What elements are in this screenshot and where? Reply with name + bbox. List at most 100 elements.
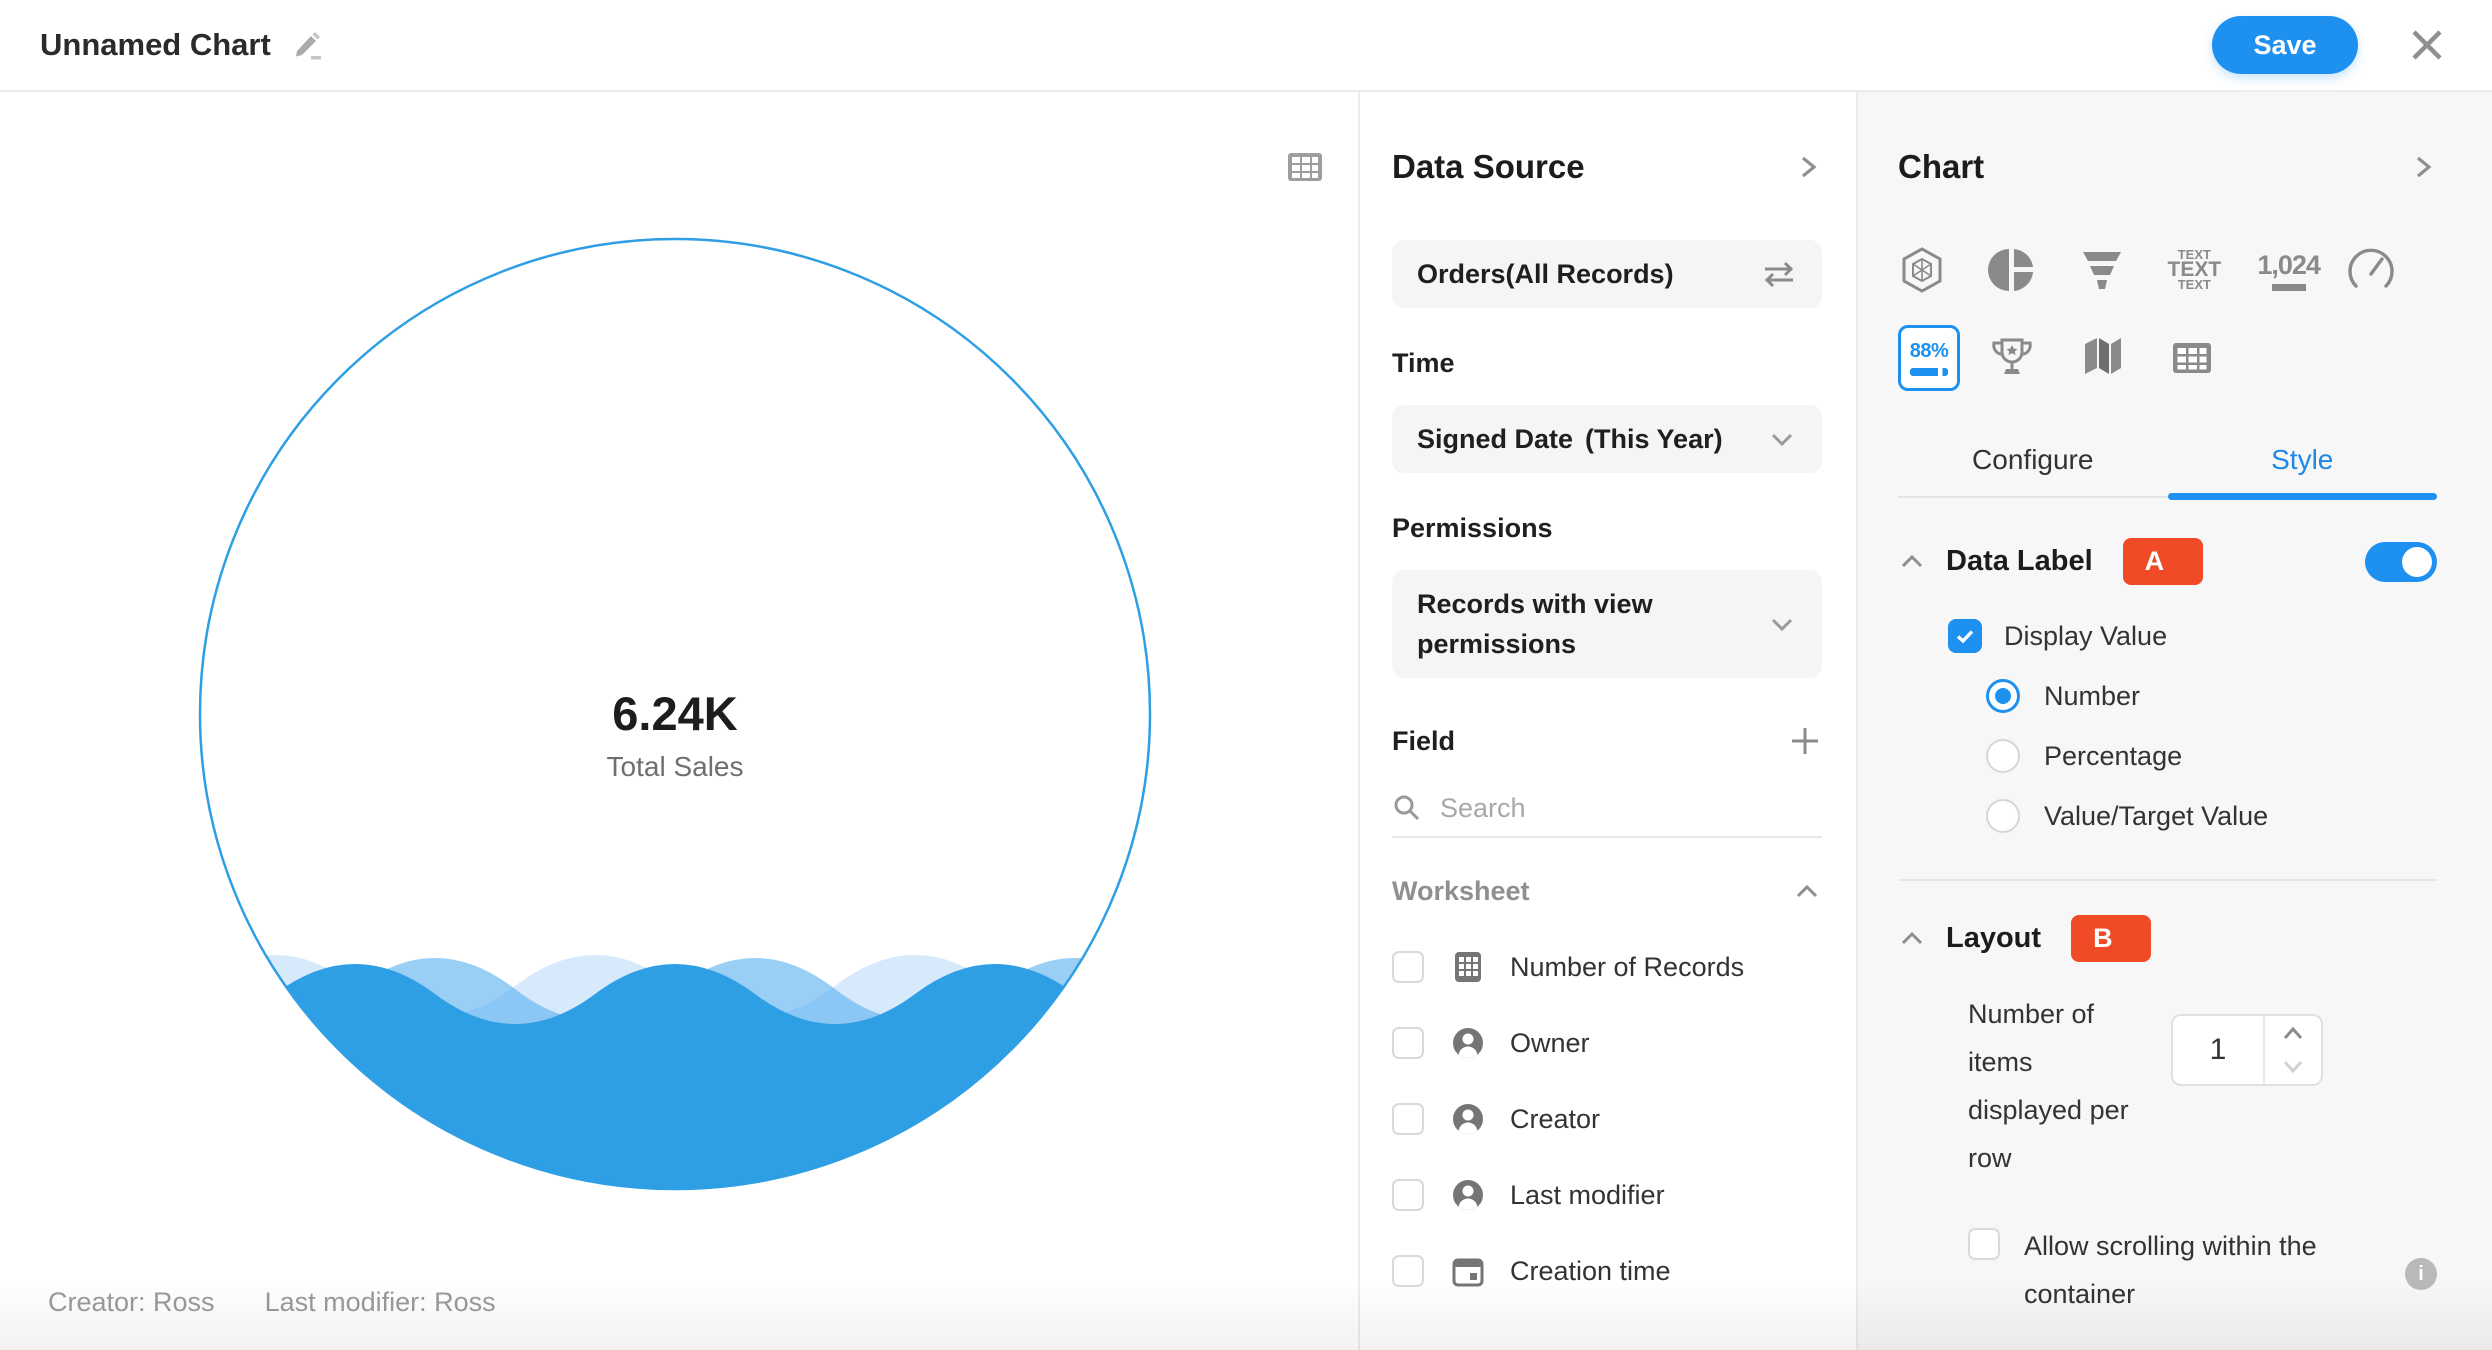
time-range-value: (This Year) — [1585, 424, 1723, 454]
section-divider — [1898, 879, 2437, 881]
collapse-data-label-icon[interactable] — [1898, 548, 1926, 576]
field-item-number-of-records[interactable]: Number of Records — [1392, 929, 1822, 1005]
info-icon[interactable]: i — [2405, 1258, 2437, 1290]
field-checkbox[interactable] — [1392, 1103, 1424, 1135]
chart-type-percent-progress-icon[interactable]: 88% — [1898, 322, 1988, 394]
allow-scrolling-option[interactable]: Allow scrolling within the container i — [1968, 1222, 2437, 1318]
chart-type-map-icon[interactable] — [2078, 322, 2168, 394]
search-input[interactable] — [1440, 793, 1760, 824]
formula-icon — [1450, 949, 1486, 985]
chevron-right-icon[interactable] — [2409, 153, 2437, 181]
worksheet-label: Worksheet — [1392, 876, 1530, 907]
chart-canvas: 6.24K Total Sales Creator: Ross Last mod… — [0, 92, 1358, 1350]
calendar-icon — [1450, 1253, 1486, 1289]
radio-value-target[interactable] — [1986, 799, 2020, 833]
time-field-value: Signed Date — [1417, 424, 1573, 454]
chart-type-ranking-icon[interactable] — [1988, 322, 2078, 394]
add-field-icon[interactable] — [1788, 724, 1822, 758]
permissions-value: Records with view permissions — [1417, 584, 1747, 664]
gauge-value: 6.24K — [197, 686, 1153, 741]
display-value-option[interactable]: Display Value — [1948, 619, 2437, 653]
display-value-checkbox[interactable] — [1948, 619, 1982, 653]
field-label: Field — [1392, 726, 1455, 757]
field-checkbox[interactable] — [1392, 1255, 1424, 1287]
field-search — [1392, 780, 1822, 838]
field-item-label: Owner — [1510, 1028, 1590, 1059]
chart-type-number-icon[interactable]: 1,024 — [2257, 234, 2347, 306]
chart-type-pie-icon[interactable] — [1988, 234, 2078, 306]
data-label-toggle[interactable] — [2365, 542, 2437, 582]
radio-percentage[interactable] — [1986, 739, 2020, 773]
radio-number-label: Number — [2044, 681, 2140, 712]
items-per-row-stepper: 1 — [2171, 1014, 2323, 1086]
data-table-icon[interactable] — [1283, 145, 1327, 189]
chevron-down-icon — [1767, 424, 1797, 454]
person-icon — [1450, 1177, 1486, 1213]
permissions-label: Permissions — [1392, 513, 1822, 544]
active-tab-underline — [2168, 493, 2438, 500]
collapse-layout-icon[interactable] — [1898, 925, 1926, 953]
person-icon — [1450, 1101, 1486, 1137]
permissions-select[interactable]: Records with view permissions — [1392, 570, 1822, 678]
creator-text: Creator: Ross — [48, 1287, 215, 1318]
stepper-down-button[interactable] — [2265, 1050, 2321, 1084]
percent-icon-bar — [1910, 368, 1948, 376]
gauge-label: Total Sales — [197, 751, 1153, 783]
chart-type-word-cloud-icon[interactable]: TEXT TEXT TEXT — [2168, 234, 2258, 306]
data-source-selector[interactable]: Orders(All Records) — [1392, 240, 1822, 308]
selected-chart-type-box: 88% — [1898, 325, 1960, 391]
field-checkbox[interactable] — [1392, 951, 1424, 983]
allow-scrolling-checkbox[interactable] — [1968, 1228, 2000, 1260]
chart-panel: Chart — [1856, 92, 2492, 1350]
radio-option-number[interactable]: Number — [1986, 679, 2437, 713]
chart-type-gauge-icon[interactable] — [2347, 234, 2437, 306]
page-title: Unnamed Chart — [40, 27, 271, 63]
chart-type-table-icon[interactable] — [2168, 322, 2258, 394]
field-item-label: Number of Records — [1510, 952, 1744, 983]
field-item-label: Creation time — [1510, 1256, 1671, 1287]
top-bar: Unnamed Chart Save — [0, 0, 2492, 92]
word-cloud-text: TEXT — [2168, 279, 2222, 291]
time-label: Time — [1392, 348, 1822, 379]
items-per-row-label: Number of items displayed per row — [1968, 990, 2153, 1182]
annotation-badge-a: A — [2123, 538, 2203, 585]
toggle-knob — [2402, 547, 2432, 577]
chevron-up-icon[interactable] — [1792, 877, 1822, 907]
radio-option-percentage[interactable]: Percentage — [1986, 739, 2437, 773]
tab-style[interactable]: Style — [2168, 436, 2438, 496]
field-checkbox[interactable] — [1392, 1027, 1424, 1059]
allow-scrolling-label: Allow scrolling within the container — [2024, 1222, 2369, 1318]
chevron-right-icon[interactable] — [1794, 153, 1822, 181]
field-item-label: Creator — [1510, 1104, 1600, 1135]
data-source-panel: Data Source Orders(All Records) Time Sig… — [1358, 92, 1856, 1350]
last-modifier-text: Last modifier: Ross — [265, 1287, 496, 1318]
field-item-last-modifier[interactable]: Last modifier — [1392, 1157, 1822, 1233]
chevron-down-icon — [1767, 609, 1797, 639]
search-icon — [1392, 793, 1422, 823]
layout-title: Layout — [1946, 922, 2041, 955]
wave-main — [197, 964, 1153, 1192]
radio-number[interactable] — [1986, 679, 2020, 713]
person-icon — [1450, 1025, 1486, 1061]
close-icon[interactable] — [2406, 24, 2448, 66]
tab-configure[interactable]: Configure — [1898, 436, 2168, 496]
field-item-owner[interactable]: Owner — [1392, 1005, 1822, 1081]
time-select[interactable]: Signed Date (This Year) — [1392, 405, 1822, 473]
display-value-label: Display Value — [2004, 621, 2167, 652]
data-source-name: Orders(All Records) — [1417, 259, 1674, 290]
save-button[interactable]: Save — [2212, 16, 2358, 74]
stepper-up-button[interactable] — [2265, 1016, 2321, 1050]
radio-option-value-target[interactable]: Value/Target Value — [1986, 799, 2437, 833]
field-item-creator[interactable]: Creator — [1392, 1081, 1822, 1157]
items-per-row-value[interactable]: 1 — [2173, 1016, 2265, 1084]
field-checkbox[interactable] — [1392, 1179, 1424, 1211]
chart-type-funnel-icon[interactable] — [2078, 234, 2168, 306]
swap-icon — [1761, 258, 1797, 290]
chart-type-radar-icon[interactable] — [1898, 234, 1988, 306]
field-item-creation-time[interactable]: Creation time — [1392, 1233, 1822, 1309]
edit-title-icon[interactable] — [289, 27, 325, 63]
percent-icon-text: 88% — [1910, 340, 1949, 363]
annotation-badge-b: B — [2071, 915, 2151, 962]
data-source-title: Data Source — [1392, 148, 1585, 186]
style-configure-tabs: Configure Style — [1898, 436, 2437, 498]
